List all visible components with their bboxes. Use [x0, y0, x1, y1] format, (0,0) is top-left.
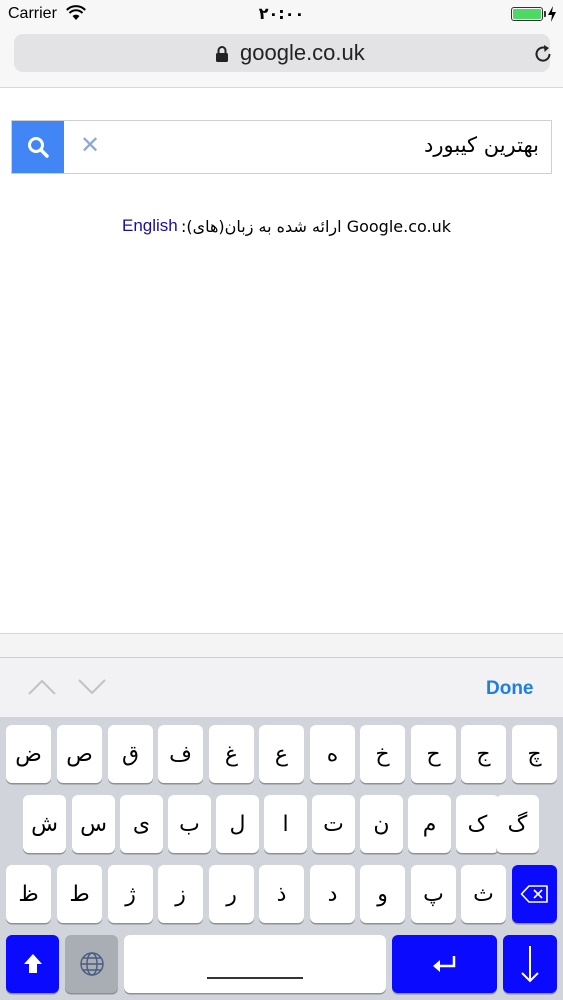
- key[interactable]: ب: [168, 795, 211, 853]
- key[interactable]: ت: [312, 795, 355, 853]
- key[interactable]: ک: [456, 795, 499, 853]
- key[interactable]: ا: [264, 795, 307, 853]
- key[interactable]: و: [360, 865, 405, 923]
- battery-icon: [511, 7, 546, 21]
- shift-icon: [23, 954, 42, 973]
- backspace-key[interactable]: [512, 865, 557, 923]
- close-icon[interactable]: ✕: [80, 131, 100, 159]
- status-time: ۲۰:۰۰: [258, 4, 305, 23]
- space-indicator: [207, 977, 303, 979]
- key[interactable]: س: [72, 795, 115, 853]
- shift-key[interactable]: [6, 935, 59, 993]
- search-icon: [28, 137, 49, 158]
- key[interactable]: پ: [411, 865, 456, 923]
- key[interactable]: ط: [57, 865, 102, 923]
- key[interactable]: د: [310, 865, 355, 923]
- key[interactable]: چ: [512, 725, 557, 783]
- persian-keyboard: ض ص ق ف غ ع ه خ ح ج چ ش س ی ب ل ا ت ن م …: [0, 717, 563, 1000]
- address-bar[interactable]: google.co.uk: [14, 34, 551, 72]
- key[interactable]: ه: [310, 725, 355, 783]
- dismiss-keyboard-key[interactable]: [503, 935, 557, 993]
- done-button[interactable]: Done: [486, 678, 534, 700]
- key[interactable]: م: [408, 795, 451, 853]
- key[interactable]: ث: [461, 865, 506, 923]
- globe-icon: [79, 952, 104, 976]
- key[interactable]: ح: [411, 725, 456, 783]
- battery-level: [513, 9, 541, 19]
- offered-in-text: Google.co.uk ارائه شده به زبان(های):: [180, 217, 451, 236]
- return-icon: [432, 956, 455, 972]
- key[interactable]: ج: [461, 725, 506, 783]
- status-bar: Carrier ۲۰:۰۰: [0, 0, 563, 30]
- key[interactable]: ق: [108, 725, 153, 783]
- space-key[interactable]: [124, 935, 386, 993]
- key[interactable]: ف: [158, 725, 203, 783]
- search-input[interactable]: بهترین کیبورد: [424, 133, 539, 157]
- key[interactable]: ل: [216, 795, 259, 853]
- backspace-icon: [520, 885, 548, 903]
- key[interactable]: غ: [209, 725, 254, 783]
- reload-icon[interactable]: [532, 43, 554, 65]
- page-bottom-divider: [0, 633, 563, 657]
- language-offer: English Google.co.uk ارائه شده به زبان(ه…: [0, 216, 563, 240]
- chevron-down-icon[interactable]: [78, 678, 106, 696]
- key[interactable]: گ: [496, 795, 539, 853]
- key[interactable]: ن: [360, 795, 403, 853]
- globe-key[interactable]: [65, 935, 118, 993]
- battery-tip: [544, 11, 546, 17]
- lock-icon: [216, 46, 228, 62]
- key[interactable]: ی: [120, 795, 163, 853]
- english-link[interactable]: English: [122, 216, 178, 236]
- key[interactable]: ر: [209, 865, 254, 923]
- key[interactable]: ش: [23, 795, 66, 853]
- url-text: google.co.uk: [240, 40, 365, 65]
- key[interactable]: ظ: [6, 865, 51, 923]
- browser-toolbar: google.co.uk: [0, 30, 563, 88]
- key[interactable]: خ: [360, 725, 405, 783]
- key[interactable]: ز: [158, 865, 203, 923]
- charging-icon: [548, 6, 556, 22]
- key[interactable]: ذ: [259, 865, 304, 923]
- key[interactable]: ژ: [108, 865, 153, 923]
- chevron-up-icon[interactable]: [28, 678, 56, 696]
- key[interactable]: ص: [57, 725, 102, 783]
- arrow-down-icon: [521, 946, 539, 983]
- search-box: ✕ بهترین کیبورد: [11, 120, 552, 174]
- search-button[interactable]: [12, 121, 64, 173]
- key[interactable]: ع: [259, 725, 304, 783]
- key[interactable]: ض: [6, 725, 51, 783]
- return-key[interactable]: [392, 935, 497, 993]
- keyboard-accessory-bar: Done: [0, 657, 563, 717]
